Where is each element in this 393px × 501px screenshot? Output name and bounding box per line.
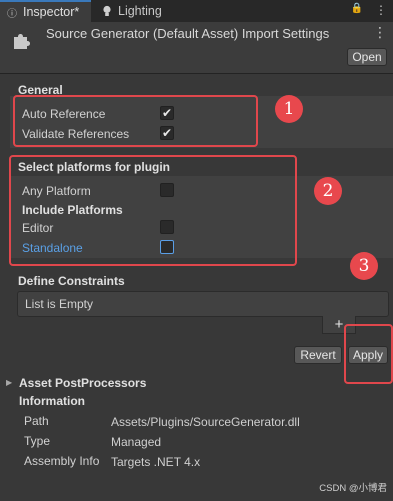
info-key-path: Path: [24, 414, 49, 428]
info-value-assembly: Targets .NET 4.x: [111, 455, 201, 469]
header-title: Source Generator (Default Asset) Import …: [46, 26, 330, 41]
open-button[interactable]: Open: [347, 48, 387, 66]
constraints-empty-text: List is Empty: [25, 297, 94, 311]
header-menu-icon[interactable]: ⋮: [373, 24, 387, 41]
tab-menu-icon[interactable]: ⋮: [375, 3, 387, 17]
information-title: Information: [19, 394, 85, 408]
postprocessors-title[interactable]: Asset PostProcessors: [19, 376, 146, 390]
highlight-box-1: [13, 95, 258, 147]
highlight-box-3: [344, 324, 393, 384]
annotation-badge-1: 1: [275, 95, 303, 123]
annotation-badge-3: 3: [350, 252, 378, 280]
info-value-path: Assets/Plugins/SourceGenerator.dll: [111, 415, 300, 429]
info-key-assembly: Assembly Info: [24, 454, 100, 468]
constraints-list: List is Empty: [17, 291, 389, 317]
lock-icon[interactable]: 🔒: [351, 3, 363, 17]
highlight-box-2: [9, 155, 297, 266]
lightbulb-icon: [101, 5, 113, 17]
tab-inspector-label: Inspector*: [23, 5, 80, 19]
tab-lighting-label: Lighting: [118, 4, 162, 18]
expand-arrow-icon[interactable]: ▶: [6, 378, 12, 387]
tab-inspector[interactable]: ⓘ Inspector*: [0, 0, 91, 22]
info-value-type: Managed: [111, 435, 162, 449]
revert-button[interactable]: Revert: [294, 346, 342, 364]
plus-icon: +: [334, 316, 344, 333]
info-key-type: Type: [24, 434, 51, 448]
constraints-title: Define Constraints: [18, 274, 125, 288]
tab-lighting[interactable]: Lighting: [95, 0, 175, 22]
annotation-badge-2: 2: [314, 177, 342, 205]
inspector-icon: ⓘ: [7, 8, 17, 20]
tab-actions: 🔒 ⋮: [351, 3, 387, 17]
watermark: CSDN @小博君: [319, 483, 387, 494]
plugin-icon: [12, 32, 30, 50]
